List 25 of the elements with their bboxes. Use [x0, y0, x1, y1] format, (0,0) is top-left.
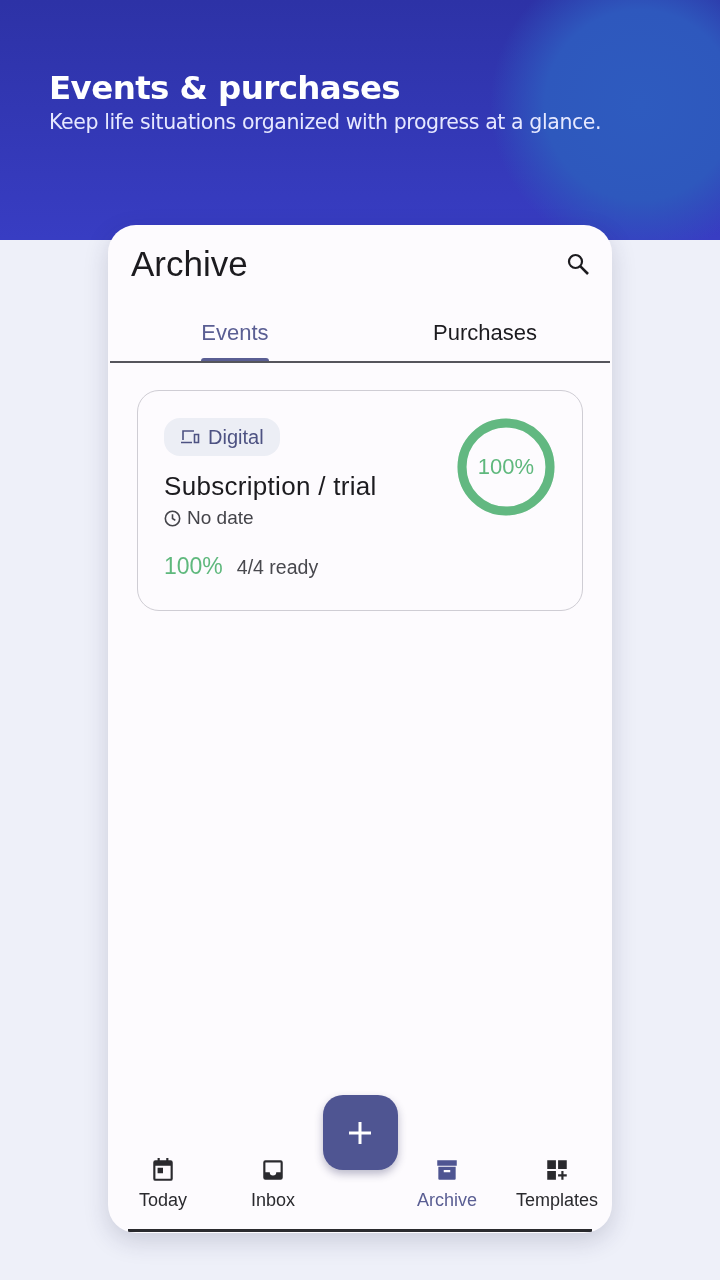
banner-subtitle: Keep life situations organized with progress at a glance. [49, 110, 602, 134]
progress-percent: 100% [164, 553, 223, 580]
date-text: No date [187, 507, 254, 529]
banner-title: Events & purchases [49, 69, 401, 107]
clock-icon [164, 509, 181, 527]
calendar-icon [150, 1157, 176, 1183]
nav-item[interactable]: Templates [502, 1157, 612, 1211]
add-button[interactable] [322, 1095, 398, 1170]
nav-item[interactable]: Archive [392, 1157, 502, 1211]
screen-title: Archive [131, 244, 248, 284]
nav-item[interactable]: Inbox [218, 1157, 328, 1211]
event-card[interactable]: Digital Subscription / trial No date 100% 4/4 ready 100% [137, 390, 583, 611]
archive-box-icon [434, 1157, 460, 1183]
devices-icon [180, 429, 200, 445]
category-chip: Digital [164, 418, 280, 456]
card-title: Subscription / trial [164, 471, 377, 501]
tab[interactable]: Purchases [360, 320, 610, 361]
inbox-icon [260, 1157, 286, 1183]
plus-icon [347, 1119, 373, 1146]
tab[interactable]: Events [110, 320, 360, 361]
ready-count: 4/4 ready [236, 556, 319, 579]
nav-item[interactable]: Today [108, 1157, 218, 1211]
grid-plus-icon [544, 1157, 570, 1183]
ring-percent: 100% [477, 455, 535, 479]
search-icon [566, 252, 590, 276]
